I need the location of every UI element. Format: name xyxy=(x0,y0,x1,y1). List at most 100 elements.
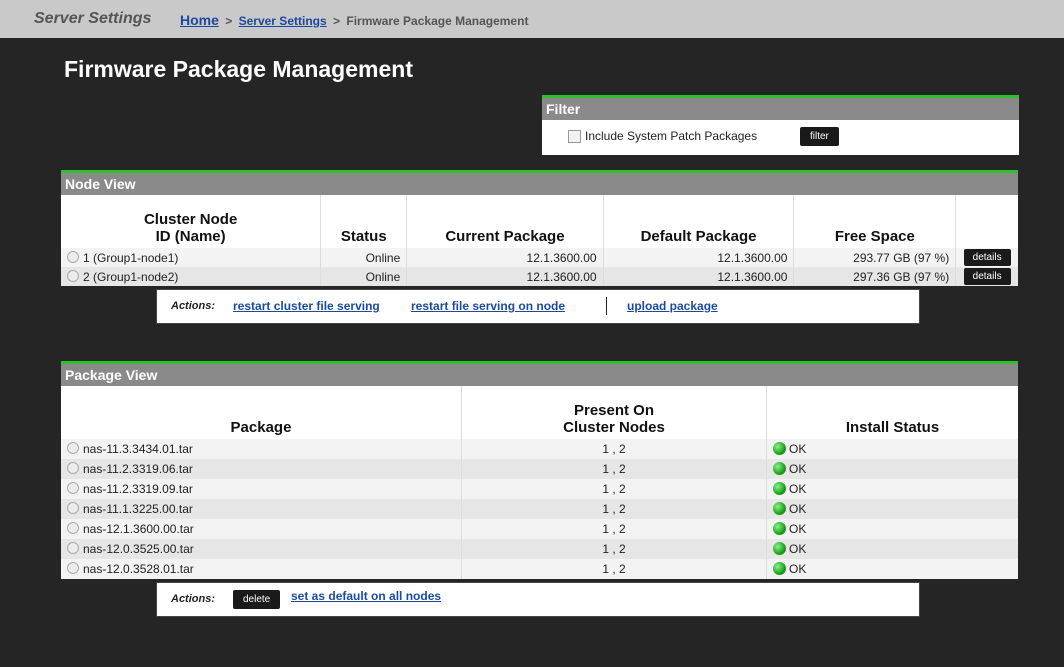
filter-panel: Filter Include System Patch Packages fil… xyxy=(542,95,1019,155)
package-nodes: 1 , 2 xyxy=(461,559,767,579)
set-as-default-link[interactable]: set as default on all nodes xyxy=(291,589,441,603)
package-nodes: 1 , 2 xyxy=(461,439,767,459)
node-view-title: Node View xyxy=(61,170,1018,195)
package-nodes: 1 , 2 xyxy=(461,519,767,539)
install-status: OK xyxy=(789,542,807,556)
breadcrumb-separator: > xyxy=(225,14,233,28)
node-id: 2 (Group1-node2) xyxy=(83,269,179,284)
filter-panel-body: Include System Patch Packages filter xyxy=(542,120,1019,155)
include-patch-packages-option[interactable]: Include System Patch Packages xyxy=(568,129,757,143)
package-view-panel: Package View Package Present On Cluster … xyxy=(61,361,1018,619)
row-select-radio[interactable] xyxy=(67,522,79,534)
package-name: nas-11.3.3434.01.tar xyxy=(83,442,193,456)
table-row: nas-11.2.3319.09.tar 1 , 2 OK xyxy=(61,479,1018,499)
install-status: OK xyxy=(789,442,807,456)
row-select-radio[interactable] xyxy=(67,462,79,474)
column-header-present-on: Present On Cluster Nodes xyxy=(461,386,767,439)
actions-label: Actions: xyxy=(171,593,215,605)
package-actions-row: Actions: delete set as default on all no… xyxy=(61,579,1018,619)
node-free-space: 293.77 GB (97 %) xyxy=(793,248,957,267)
node-default-package: 12.1.3600.00 xyxy=(603,248,795,267)
package-name-cell: nas-12.0.3525.00.tar xyxy=(61,539,462,559)
breadcrumb-home-link[interactable]: Home xyxy=(180,12,219,28)
install-status: OK xyxy=(789,462,807,476)
package-name-cell: nas-11.1.3225.00.tar xyxy=(61,499,462,519)
package-name-cell: nas-11.2.3319.06.tar xyxy=(61,459,462,479)
install-status-cell: OK xyxy=(766,519,1018,539)
restart-cluster-file-serving-link[interactable]: restart cluster file serving xyxy=(233,299,380,313)
filter-panel-title: Filter xyxy=(542,95,1019,120)
app-title: Server Settings xyxy=(34,10,152,27)
top-bar: Server Settings Home > Server Settings >… xyxy=(0,0,1064,38)
install-status-cell: OK xyxy=(766,459,1018,479)
row-select-radio[interactable] xyxy=(67,562,79,574)
package-actions-box: Actions: delete set as default on all no… xyxy=(156,582,920,617)
package-name: nas-12.0.3528.01.tar xyxy=(83,562,194,576)
row-select-radio[interactable] xyxy=(67,502,79,514)
node-id: 1 (Group1-node1) xyxy=(83,250,179,265)
column-header-actions xyxy=(955,195,1018,248)
table-row: 2 (Group1-node2) Online 12.1.3600.00 12.… xyxy=(61,267,1018,286)
package-name-cell: nas-11.2.3319.09.tar xyxy=(61,479,462,499)
install-status-cell: OK xyxy=(766,539,1018,559)
table-row: nas-12.0.3528.01.tar 1 , 2 OK xyxy=(61,559,1018,579)
row-select-radio[interactable] xyxy=(67,269,79,282)
node-default-package: 12.1.3600.00 xyxy=(603,267,795,286)
include-patch-packages-checkbox[interactable] xyxy=(568,129,581,143)
row-select-radio[interactable] xyxy=(67,250,79,263)
filter-button[interactable]: filter xyxy=(800,127,839,146)
package-name: nas-11.2.3319.06.tar xyxy=(83,462,193,476)
node-id-cell: 1 (Group1-node1) xyxy=(61,248,322,267)
status-ok-icon xyxy=(773,522,786,535)
install-status-cell: OK xyxy=(766,559,1018,579)
node-free-space: 297.36 GB (97 %) xyxy=(793,267,957,286)
column-header-present-on-line2: Cluster Nodes xyxy=(563,419,665,436)
row-select-radio[interactable] xyxy=(67,482,79,494)
upload-package-link[interactable]: upload package xyxy=(627,299,718,313)
details-button[interactable]: details xyxy=(963,268,1011,285)
column-header-node-id-line1: Cluster Node xyxy=(143,211,238,228)
column-header-install-status: Install Status xyxy=(766,386,1018,439)
package-name-cell: nas-12.1.3600.00.tar xyxy=(61,519,462,539)
details-button[interactable]: details xyxy=(963,249,1011,266)
status-ok-icon xyxy=(773,442,786,455)
status-ok-icon xyxy=(773,562,786,575)
column-header-current-package: Current Package xyxy=(406,195,604,248)
node-current-package: 12.1.3600.00 xyxy=(406,267,604,286)
node-actions-row: Actions: restart cluster file serving re… xyxy=(61,286,1018,326)
install-status: OK xyxy=(789,502,807,516)
delete-button[interactable]: delete xyxy=(233,590,281,609)
node-view-panel: Node View Cluster Node ID (Name) Status … xyxy=(61,170,1018,326)
status-ok-icon xyxy=(773,482,786,495)
package-view-title: Package View xyxy=(61,361,1018,386)
node-actions-cell: details xyxy=(955,248,1018,267)
status-ok-icon xyxy=(773,502,786,515)
package-name: nas-11.1.3225.00.tar xyxy=(83,502,193,516)
table-row: nas-11.1.3225.00.tar 1 , 2 OK xyxy=(61,499,1018,519)
install-status-cell: OK xyxy=(766,439,1018,459)
package-name: nas-12.1.3600.00.tar xyxy=(83,522,194,536)
column-header-node-id: Cluster Node ID (Name) xyxy=(61,195,322,248)
install-status: OK xyxy=(789,522,807,536)
install-status-cell: OK xyxy=(766,499,1018,519)
package-nodes: 1 , 2 xyxy=(461,459,767,479)
column-header-node-id-line2: ID (Name) xyxy=(155,228,226,245)
package-name: nas-12.0.3525.00.tar xyxy=(83,542,194,556)
column-header-status: Status xyxy=(320,195,408,248)
breadcrumb-separator: > xyxy=(333,14,341,28)
package-nodes: 1 , 2 xyxy=(461,479,767,499)
breadcrumb-current: Firmware Package Management xyxy=(346,14,529,28)
breadcrumb-server-settings-link[interactable]: Server Settings xyxy=(239,14,327,28)
table-row: 1 (Group1-node1) Online 12.1.3600.00 12.… xyxy=(61,248,1018,267)
restart-file-serving-on-node-link[interactable]: restart file serving on node xyxy=(411,299,565,313)
column-header-default-package: Default Package xyxy=(603,195,795,248)
node-id-cell: 2 (Group1-node2) xyxy=(61,267,322,286)
include-patch-packages-label: Include System Patch Packages xyxy=(585,129,758,143)
install-status-cell: OK xyxy=(766,479,1018,499)
node-actions-cell: details xyxy=(955,267,1018,286)
row-select-radio[interactable] xyxy=(67,542,79,554)
status-ok-icon xyxy=(773,462,786,475)
package-name-cell: nas-12.0.3528.01.tar xyxy=(61,559,462,579)
row-select-radio[interactable] xyxy=(67,442,79,454)
table-row: nas-11.2.3319.06.tar 1 , 2 OK xyxy=(61,459,1018,479)
